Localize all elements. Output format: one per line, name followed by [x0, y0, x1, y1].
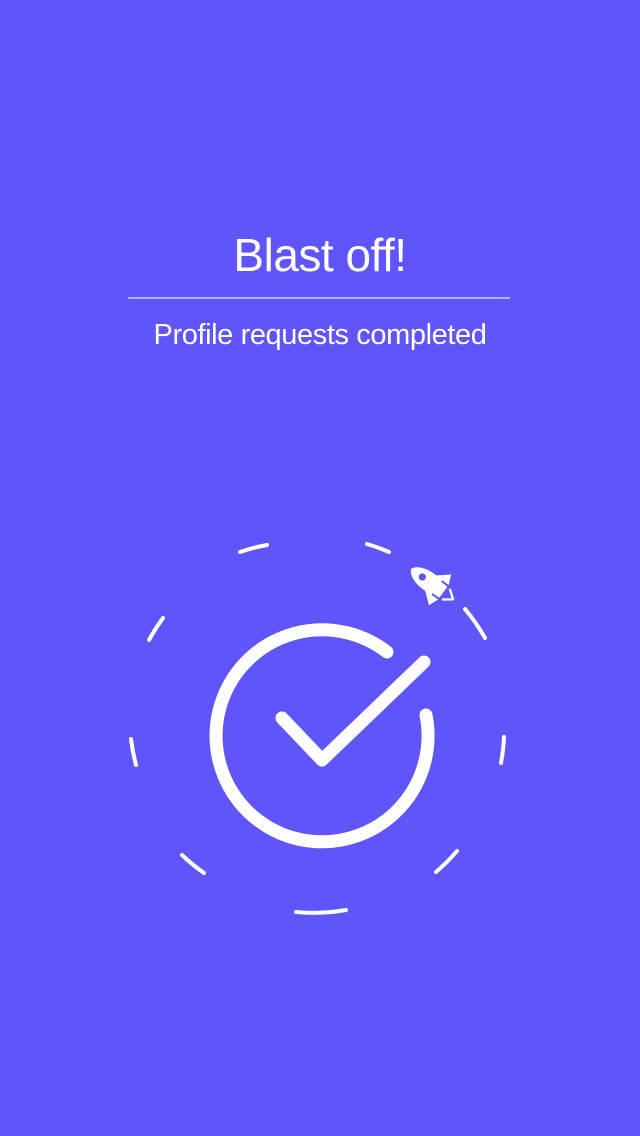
- check-circle-icon: [209, 623, 435, 849]
- rocket-icon: [410, 567, 455, 606]
- orbit-dash: [180, 853, 206, 875]
- status-message: Profile requests completed: [153, 319, 487, 351]
- orbit-dash: [129, 737, 138, 767]
- orbit-dash: [499, 735, 506, 765]
- title-divider: [128, 297, 510, 299]
- orbit-dash: [434, 849, 459, 874]
- orbit-dash: [147, 616, 165, 642]
- orbit-dash: [365, 542, 391, 554]
- checkmark: [275, 655, 431, 767]
- page-title: Blast off!: [233, 229, 407, 281]
- orbit-dash: [294, 908, 348, 915]
- orbit-dash: [238, 543, 269, 554]
- success-screen: Blast off! Profile requests completed: [0, 0, 640, 1136]
- check-ring: [209, 623, 435, 849]
